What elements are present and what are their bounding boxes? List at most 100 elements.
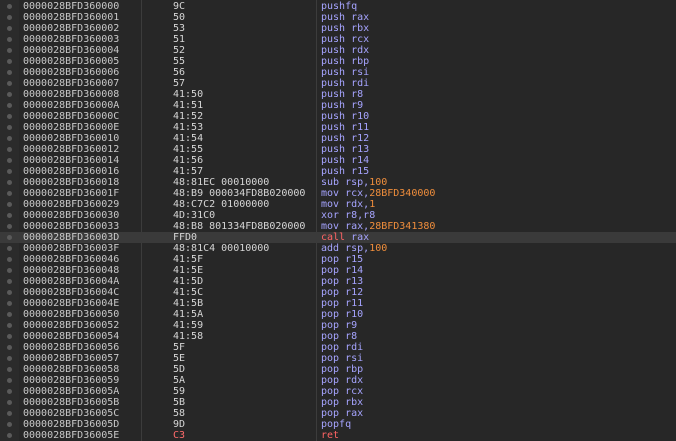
breakpoint-dot-icon[interactable] xyxy=(7,433,12,438)
disasm-row[interactable]: 0000028BFD360046 41:5F pop r15 xyxy=(0,254,676,265)
breakpoint-dot-icon[interactable] xyxy=(7,378,12,383)
breakpoint-dot-icon[interactable] xyxy=(7,367,12,372)
mnemonic: pop xyxy=(321,331,340,342)
breakpoint-dot-icon[interactable] xyxy=(7,147,12,152)
disasm-row[interactable]: 0000028BFD360006 56 push rsi xyxy=(0,67,676,78)
disasm-row[interactable]: 0000028BFD360003 51 push rcx xyxy=(0,34,676,45)
disasm-row[interactable]: 0000028BFD36001F 48:B9 000034FD8B020000 mo… xyxy=(0,188,676,199)
breakpoint-dot-icon[interactable] xyxy=(7,213,12,218)
instruction: push rbx xyxy=(321,23,676,34)
breakpoint-dot-icon[interactable] xyxy=(7,246,12,251)
disasm-row[interactable]: 0000028BFD360007 57 push rdi xyxy=(0,78,676,89)
disasm-row[interactable]: 0000028BFD36004A 41:5D pop r13 xyxy=(0,276,676,287)
breakpoint-dot-icon[interactable] xyxy=(7,169,12,174)
breakpoint-dot-icon[interactable] xyxy=(7,136,12,141)
address: 0000028BFD36000C xyxy=(23,111,120,122)
mnemonic: pop xyxy=(321,375,340,386)
breakpoint-dot-icon[interactable] xyxy=(7,422,12,427)
breakpoint-dot-icon[interactable] xyxy=(7,114,12,119)
disasm-row[interactable]: 0000028BFD36004E 41:5B pop r11 xyxy=(0,298,676,309)
address: 0000028BFD360054 xyxy=(23,331,120,342)
operand-register: r12 xyxy=(351,133,370,144)
breakpoint-dot-icon[interactable] xyxy=(7,191,12,196)
disasm-row[interactable]: 0000028BFD360048 41:5E pop r14 xyxy=(0,265,676,276)
breakpoint-dot-icon[interactable] xyxy=(7,411,12,416)
operand-register: r11 xyxy=(345,298,364,309)
disasm-row-current[interactable]: 0000028BFD36003D FFD0 call rax xyxy=(0,232,676,243)
address: 0000028BFD360033 xyxy=(23,221,120,232)
disasm-row[interactable]: 0000028BFD36005A 59 pop rcx xyxy=(0,386,676,397)
breakpoint-dot-icon[interactable] xyxy=(7,323,12,328)
operand-register: r8 xyxy=(363,210,376,221)
breakpoint-dot-icon[interactable] xyxy=(7,26,12,31)
disasm-row[interactable]: 0000028BFD360018 48:81EC 00010000 sub rsp,… xyxy=(0,177,676,188)
disasm-row[interactable]: 0000028BFD360016 41:57 push r15 xyxy=(0,166,676,177)
breakpoint-dot-icon[interactable] xyxy=(7,224,12,229)
disasm-row[interactable]: 0000028BFD360012 41:55 push r13 xyxy=(0,144,676,155)
breakpoint-dot-icon[interactable] xyxy=(7,180,12,185)
disasm-row[interactable]: 0000028BFD360005 55 push rbp xyxy=(0,56,676,67)
breakpoint-dot-icon[interactable] xyxy=(7,81,12,86)
breakpoint-dot-icon[interactable] xyxy=(7,158,12,163)
disasm-row[interactable]: 0000028BFD360000 9C pushfq xyxy=(0,1,676,12)
breakpoint-dot-icon[interactable] xyxy=(7,202,12,207)
disassembly-view[interactable]: 0000028BFD360000 9C pushfq 0000028BFD360001… xyxy=(0,0,676,441)
address: 0000028BFD36005D xyxy=(23,419,120,430)
disasm-row[interactable]: 0000028BFD36005E C3 ret xyxy=(0,430,676,441)
address: 0000028BFD360046 xyxy=(23,254,120,265)
instruction: pop rcx xyxy=(321,386,676,397)
disasm-row[interactable]: 0000028BFD360050 41:5A pop r10 xyxy=(0,309,676,320)
breakpoint-dot-icon[interactable] xyxy=(7,312,12,317)
disasm-row[interactable]: 0000028BFD36003F 48:81C4 00010000 add rsp,… xyxy=(0,243,676,254)
disasm-row[interactable]: 0000028BFD360058 5D pop rbp xyxy=(0,364,676,375)
opcode-bytes: 5F xyxy=(173,342,186,353)
disasm-row[interactable]: 0000028BFD360030 4D:31C0 xor r8,r8 xyxy=(0,210,676,221)
breakpoint-dot-icon[interactable] xyxy=(7,257,12,262)
instruction: sub rsp,100 xyxy=(321,177,676,188)
disasm-row[interactable]: 0000028BFD36005C 58 pop rax xyxy=(0,408,676,419)
operand-register: rdx xyxy=(351,45,370,56)
disasm-row[interactable]: 0000028BFD360014 41:56 push r14 xyxy=(0,155,676,166)
breakpoint-dot-icon[interactable] xyxy=(7,103,12,108)
disasm-row[interactable]: 0000028BFD360033 48:B8 801334FD8B020000 mo… xyxy=(0,221,676,232)
disasm-row[interactable]: 0000028BFD36005D 9D popfq xyxy=(0,419,676,430)
breakpoint-dot-icon[interactable] xyxy=(7,59,12,64)
mnemonic: push xyxy=(321,100,346,111)
breakpoint-dot-icon[interactable] xyxy=(7,400,12,405)
breakpoint-dot-icon[interactable] xyxy=(7,37,12,42)
disasm-row[interactable]: 0000028BFD360052 41:59 pop r9 xyxy=(0,320,676,331)
breakpoint-dot-icon[interactable] xyxy=(7,70,12,75)
breakpoint-dot-icon[interactable] xyxy=(7,290,12,295)
disasm-row[interactable]: 0000028BFD360004 52 push rdx xyxy=(0,45,676,56)
disasm-row[interactable]: 0000028BFD360057 5E pop rsi xyxy=(0,353,676,364)
disasm-row[interactable]: 0000028BFD360054 41:58 pop r8 xyxy=(0,331,676,342)
breakpoint-dot-icon[interactable] xyxy=(7,279,12,284)
address: 0000028BFD360000 xyxy=(23,1,120,12)
breakpoint-dot-icon[interactable] xyxy=(7,235,12,240)
disasm-row[interactable]: 0000028BFD36005B 5B pop rbx xyxy=(0,397,676,408)
disasm-row[interactable]: 0000028BFD360010 41:54 push r12 xyxy=(0,133,676,144)
disasm-row[interactable]: 0000028BFD36000E 41:53 push r11 xyxy=(0,122,676,133)
disasm-row[interactable]: 0000028BFD36000C 41:52 push r10 xyxy=(0,111,676,122)
breakpoint-dot-icon[interactable] xyxy=(7,334,12,339)
breakpoint-dot-icon[interactable] xyxy=(7,125,12,130)
opcode-bytes: 48:81C4 00010000 xyxy=(173,243,270,254)
disasm-row[interactable]: 0000028BFD360001 50 push rax xyxy=(0,12,676,23)
breakpoint-dot-icon[interactable] xyxy=(7,389,12,394)
breakpoint-dot-icon[interactable] xyxy=(7,15,12,20)
disasm-row[interactable]: 0000028BFD36000A 41:51 push r9 xyxy=(0,100,676,111)
breakpoint-dot-icon[interactable] xyxy=(7,48,12,53)
disasm-row[interactable]: 0000028BFD360029 48:C7C2 01000000 mov rdx,… xyxy=(0,199,676,210)
breakpoint-dot-icon[interactable] xyxy=(7,345,12,350)
disasm-row[interactable]: 0000028BFD360059 5A pop rdx xyxy=(0,375,676,386)
disasm-row[interactable]: 0000028BFD360056 5F pop rdi xyxy=(0,342,676,353)
breakpoint-dot-icon[interactable] xyxy=(7,4,12,9)
breakpoint-dot-icon[interactable] xyxy=(7,356,12,361)
disasm-row[interactable]: 0000028BFD36004C 41:5C pop r12 xyxy=(0,287,676,298)
disasm-row[interactable]: 0000028BFD360008 41:50 push r8 xyxy=(0,89,676,100)
disasm-row[interactable]: 0000028BFD360002 53 push rbx xyxy=(0,23,676,34)
breakpoint-dot-icon[interactable] xyxy=(7,301,12,306)
breakpoint-dot-icon[interactable] xyxy=(7,268,12,273)
instruction: push rdx xyxy=(321,45,676,56)
breakpoint-dot-icon[interactable] xyxy=(7,92,12,97)
